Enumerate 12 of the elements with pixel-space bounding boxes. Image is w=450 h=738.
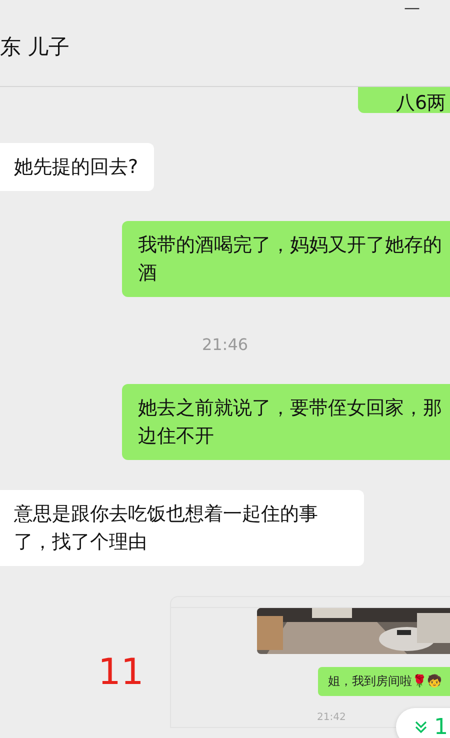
timestamp: 21:46 bbox=[202, 335, 248, 354]
message-bubble: 她先提的回去? bbox=[0, 143, 154, 191]
message-bubble: 八6两 bbox=[358, 87, 450, 113]
message-bubble: 意思是跟你去吃饭也想着一起住的事了，找了个理由 bbox=[0, 490, 364, 566]
timestamp: 21:42 bbox=[317, 712, 346, 723]
message-bubble: 姐，我到房间啦🌹🧒 bbox=[318, 667, 450, 696]
message-bubble: 她去之前就说了，要带侄女回家，那边住不开 bbox=[122, 384, 450, 460]
chat-title: 东 儿子 bbox=[0, 34, 70, 61]
chevron-down-icon bbox=[414, 720, 428, 734]
annotation-number: 11 bbox=[98, 652, 145, 693]
minimize-button[interactable]: — bbox=[404, 0, 420, 17]
message-bubble: 我带的酒喝完了，妈妈又开了她存的酒 bbox=[122, 221, 450, 297]
